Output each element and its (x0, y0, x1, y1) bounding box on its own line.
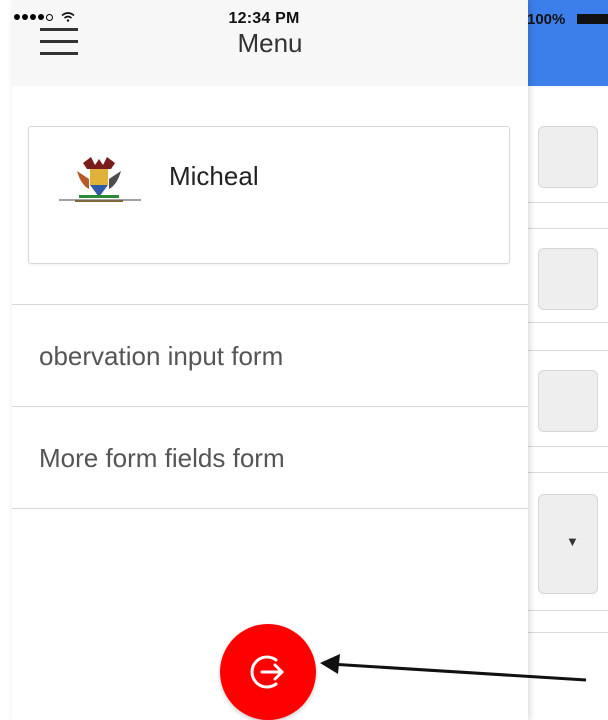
menu-item-label: obervation input form (39, 341, 284, 371)
background-divider (528, 228, 608, 229)
background-input-field[interactable] (538, 126, 598, 188)
background-divider (528, 202, 608, 203)
battery-icon (577, 14, 608, 24)
drawer-title: Menu (237, 28, 303, 58)
background-divider (528, 446, 608, 447)
background-divider (528, 472, 608, 473)
side-drawer: Menu Micheal obervation input form More … (12, 0, 528, 720)
menu-item-label: More form fields form (39, 443, 285, 473)
crest-caption-line (59, 199, 141, 201)
background-divider (528, 610, 608, 611)
logout-button[interactable] (220, 624, 316, 720)
menu-divider (12, 508, 528, 509)
logout-arrow-icon (250, 655, 284, 689)
menu-item-more-form-fields-form[interactable]: More form fields form (12, 407, 528, 508)
status-bar: 12:34 PM 100% (0, 0, 608, 28)
background-divider (528, 322, 608, 323)
select-arrow-icon: ▼ (566, 534, 579, 549)
profile-card[interactable]: Micheal (28, 126, 510, 264)
background-divider (528, 350, 608, 351)
profile-name: Micheal (169, 161, 259, 191)
background-input-field[interactable] (538, 248, 598, 310)
battery-percentage: 100% (527, 11, 566, 28)
background-input-field[interactable] (538, 370, 598, 432)
background-divider (528, 632, 608, 633)
menu-item-observation-input-form[interactable]: obervation input form (12, 305, 528, 406)
university-crest-icon (75, 157, 123, 202)
status-time: 12:34 PM (228, 10, 300, 27)
annotation-arrow-icon (320, 654, 587, 682)
